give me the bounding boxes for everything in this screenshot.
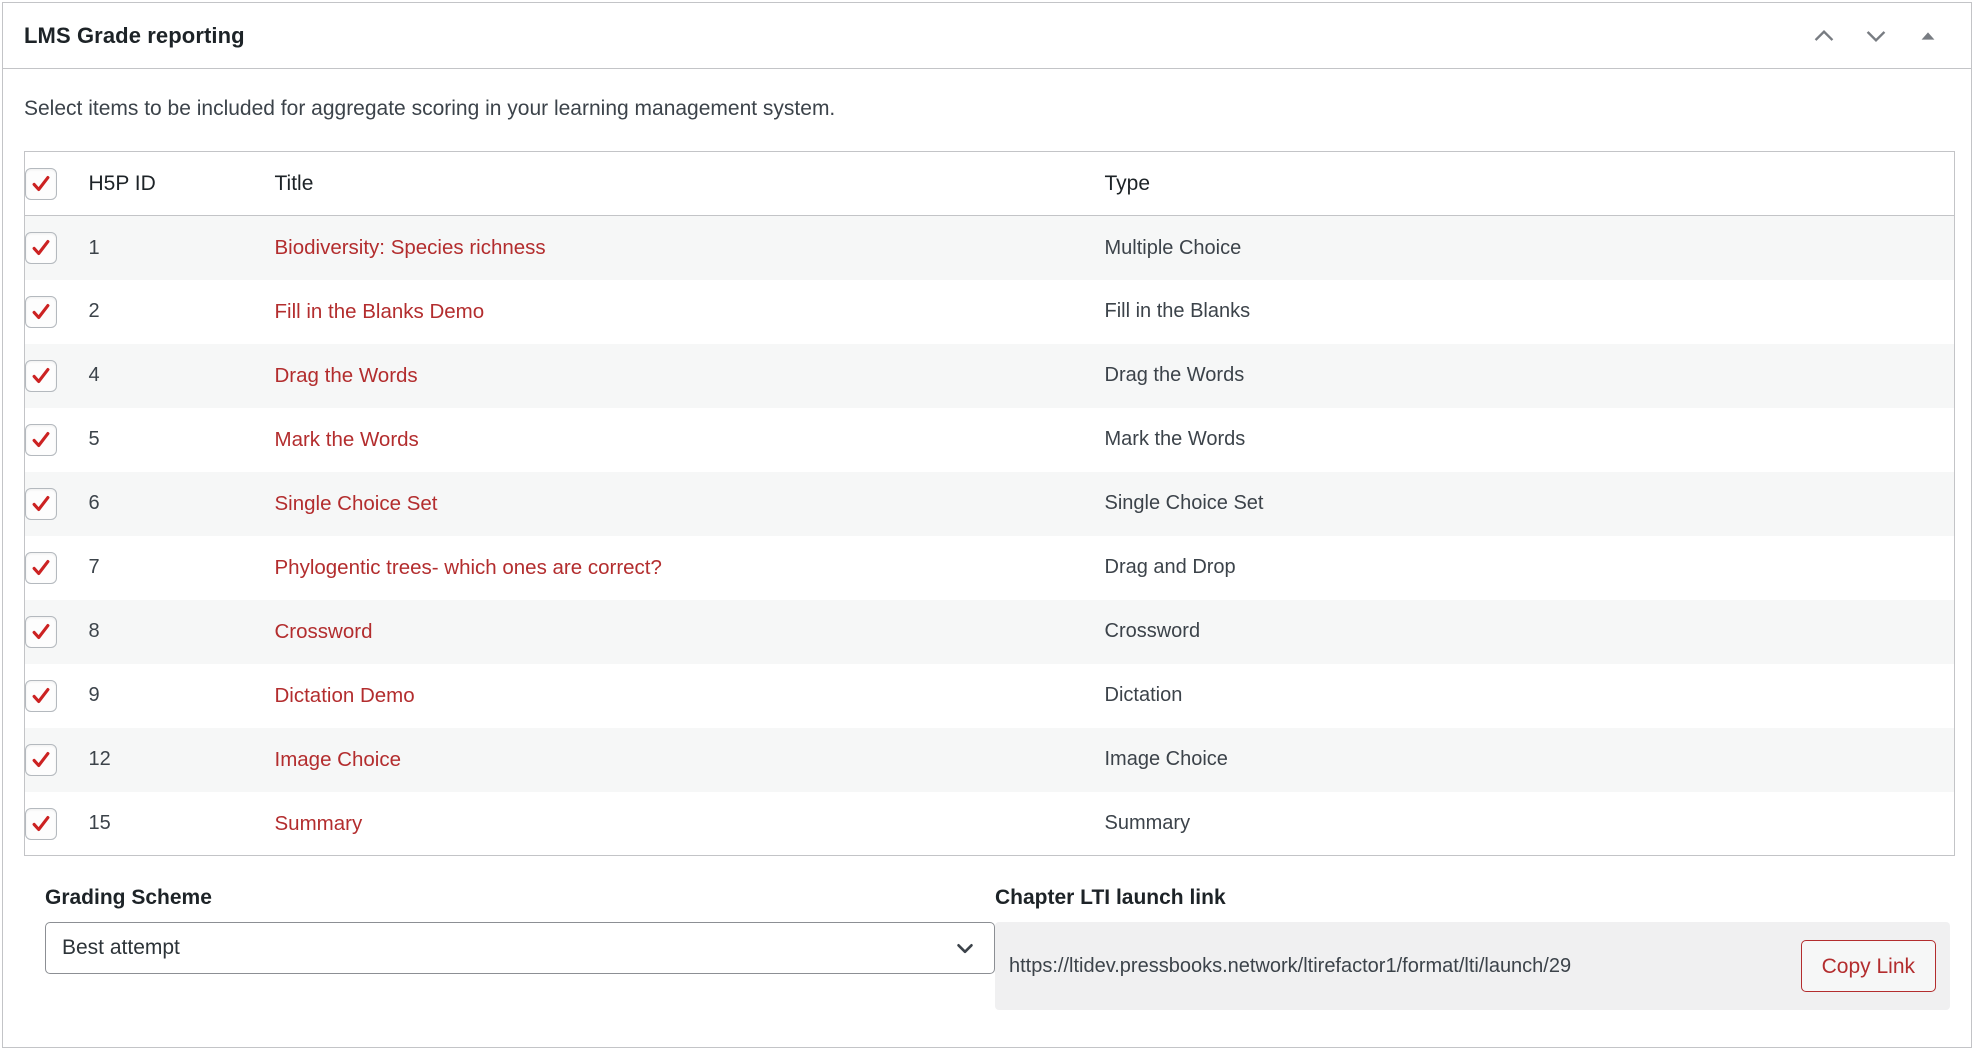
grading-scheme-label: Grading Scheme <box>45 886 212 910</box>
cell-type: Multiple Choice <box>1104 215 1955 280</box>
table-row: 2 Fill in the Blanks Demo Fill in the Blan… <box>24 279 1955 344</box>
bottom-controls: Grading Scheme Best attempt Chapter LTI … <box>24 885 1950 1011</box>
table-row: 5 Mark the Words Mark the Words <box>24 407 1955 472</box>
chevron-up-icon[interactable] <box>1809 21 1839 51</box>
cell-h5p-id: 12 <box>88 727 275 792</box>
cell-title: Phylogentic trees- which ones are correc… <box>274 535 1105 600</box>
cell-type: Fill in the Blanks <box>1104 279 1955 344</box>
table-header-row: H5P ID Title Type <box>24 151 1955 217</box>
grading-scheme-value: Best attempt <box>62 936 180 960</box>
lti-launch-link-box: https://ltidev.pressbooks.network/ltiref… <box>995 922 1950 1011</box>
column-header-title[interactable]: Title <box>274 151 1105 217</box>
row-checkbox-cell <box>24 791 89 856</box>
cell-type: Crossword <box>1104 599 1955 664</box>
row-checkbox[interactable] <box>25 232 57 265</box>
h5p-title-link[interactable]: Dictation Demo <box>275 684 415 707</box>
cell-h5p-id: 15 <box>88 791 275 856</box>
cell-type: Image Choice <box>1104 727 1955 792</box>
row-checkbox[interactable] <box>25 679 57 712</box>
row-checkbox[interactable] <box>25 551 57 584</box>
cell-h5p-id: 4 <box>88 343 275 408</box>
cell-type: Mark the Words <box>1104 407 1955 472</box>
column-header-type[interactable]: Type <box>1104 151 1955 217</box>
row-checkbox[interactable] <box>25 807 57 840</box>
cell-h5p-id: 1 <box>88 215 275 280</box>
panel-header: LMS Grade reporting <box>3 3 1971 69</box>
lti-launch-link-label: Chapter LTI launch link <box>995 886 1226 910</box>
table-row: 12 Image Choice Image Choice <box>24 727 1955 792</box>
grading-scheme-group: Grading Scheme Best attempt <box>45 885 995 1010</box>
cell-title: Mark the Words <box>274 407 1105 472</box>
cell-type: Single Choice Set <box>1104 471 1955 536</box>
panel-body: Select items to be included for aggregat… <box>3 69 1971 1011</box>
grading-scheme-select[interactable]: Best attempt <box>45 922 995 975</box>
column-header-h5p-id[interactable]: H5P ID <box>88 151 275 217</box>
h5p-title-link[interactable]: Crossword <box>275 620 373 643</box>
table-row: 1 Biodiversity: Species richness Multiple … <box>24 215 1955 280</box>
cell-type: Drag and Drop <box>1104 535 1955 600</box>
h5p-title-link[interactable]: Biodiversity: Species richness <box>275 236 546 259</box>
cell-title: Single Choice Set <box>274 471 1105 536</box>
table-body: 1 Biodiversity: Species richness Multiple … <box>24 215 1955 856</box>
row-checkbox-cell <box>24 535 89 600</box>
table-row: 9 Dictation Demo Dictation <box>24 663 1955 728</box>
row-checkbox[interactable] <box>25 743 57 776</box>
table-row: 4 Drag the Words Drag the Words <box>24 343 1955 408</box>
row-checkbox[interactable] <box>25 359 57 392</box>
row-checkbox-cell <box>24 471 89 536</box>
select-all-checkbox[interactable] <box>25 167 57 200</box>
collapse-triangle-icon[interactable] <box>1913 21 1943 51</box>
page-title: LMS Grade reporting <box>24 22 245 48</box>
h5p-title-link[interactable]: Fill in the Blanks Demo <box>275 300 485 323</box>
row-checkbox-cell <box>24 215 89 280</box>
h5p-title-link[interactable]: Mark the Words <box>275 428 419 451</box>
grading-scheme-select-wrap: Best attempt <box>45 922 995 975</box>
row-checkbox-cell <box>24 663 89 728</box>
row-checkbox[interactable] <box>25 423 57 456</box>
cell-title: Biodiversity: Species richness <box>274 215 1105 280</box>
row-checkbox[interactable] <box>25 615 57 648</box>
cell-title: Summary <box>274 791 1105 856</box>
cell-type: Summary <box>1104 791 1955 856</box>
h5p-title-link[interactable]: Drag the Words <box>275 364 418 387</box>
intro-text: Select items to be included for aggregat… <box>24 97 836 120</box>
cell-h5p-id: 8 <box>88 599 275 664</box>
table-row: 15 Summary Summary <box>24 791 1955 856</box>
table-row: 6 Single Choice Set Single Choice Set <box>24 471 1955 536</box>
cell-title: Crossword <box>274 599 1105 664</box>
cell-type: Drag the Words <box>1104 343 1955 408</box>
panel-header-actions <box>1809 21 1951 51</box>
table-header: H5P ID Title Type <box>24 151 1955 217</box>
lti-launch-url[interactable]: https://ltidev.pressbooks.network/ltiref… <box>1009 955 1791 978</box>
row-checkbox[interactable] <box>25 487 57 520</box>
row-checkbox-cell <box>24 407 89 472</box>
h5p-title-link[interactable]: Single Choice Set <box>275 492 438 515</box>
cell-h5p-id: 6 <box>88 471 275 536</box>
cell-title: Drag the Words <box>274 343 1105 408</box>
lms-grade-reporting-panel: LMS Grade reporting Select items to be i… <box>2 2 1972 1048</box>
table-row: 7 Phylogentic trees- which ones are corre… <box>24 535 1955 600</box>
row-checkbox-cell <box>24 279 89 344</box>
h5p-title-link[interactable]: Image Choice <box>275 748 401 771</box>
h5p-items-table: H5P ID Title Type 1 Biodiversity: Species… <box>24 151 1955 857</box>
cell-h5p-id: 7 <box>88 535 275 600</box>
copy-link-button[interactable]: Copy Link <box>1800 940 1936 993</box>
lti-launch-link-group: Chapter LTI launch link https://ltidev.p… <box>995 885 1950 1011</box>
cell-h5p-id: 2 <box>88 279 275 344</box>
row-checkbox-cell <box>24 727 89 792</box>
table-row: 8 Crossword Crossword <box>24 599 1955 664</box>
cell-type: Dictation <box>1104 663 1955 728</box>
row-checkbox[interactable] <box>25 295 57 328</box>
cell-title: Fill in the Blanks Demo <box>274 279 1105 344</box>
h5p-title-link[interactable]: Phylogentic trees- which ones are correc… <box>275 556 662 579</box>
cell-title: Image Choice <box>274 727 1105 792</box>
cell-h5p-id: 5 <box>88 407 275 472</box>
h5p-title-link[interactable]: Summary <box>275 812 363 835</box>
chevron-down-icon[interactable] <box>1861 21 1891 51</box>
row-checkbox-cell <box>24 343 89 408</box>
cell-title: Dictation Demo <box>274 663 1105 728</box>
cell-h5p-id: 9 <box>88 663 275 728</box>
select-all-header-cell <box>24 151 89 217</box>
row-checkbox-cell <box>24 599 89 664</box>
